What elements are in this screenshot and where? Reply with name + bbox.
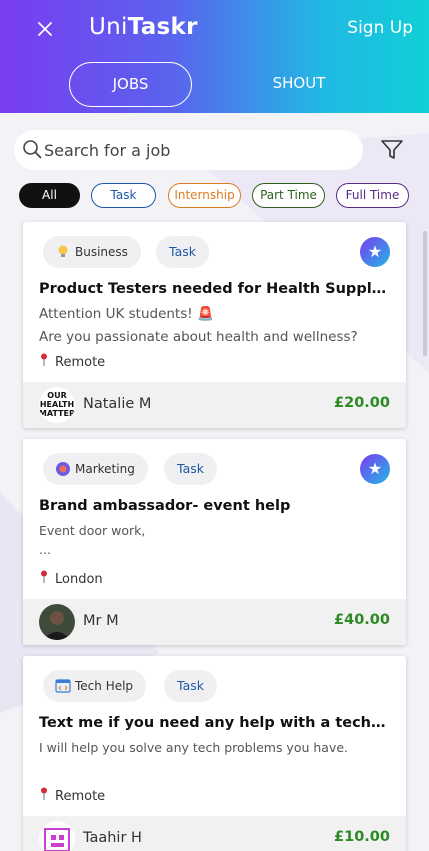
poster-name: Taahir H <box>83 830 142 846</box>
job-location: London <box>39 569 103 587</box>
filter-chip-internship[interactable]: Internship <box>168 183 241 208</box>
featured-star-icon: ★ <box>360 237 390 267</box>
type-tag: Task <box>164 670 217 702</box>
avatar <box>39 821 75 851</box>
job-description: I will help you solve any tech problems … <box>39 740 349 755</box>
filter-chip-task[interactable]: Task <box>91 183 156 208</box>
job-title: Product Testers needed for Health Supple… <box>39 281 389 297</box>
code-window-icon <box>55 679 71 693</box>
close-icon <box>38 22 52 36</box>
job-description: Attention UK students! 🚨 <box>39 306 214 322</box>
avatar <box>39 604 75 640</box>
poster-name: Mr M <box>83 613 119 629</box>
filter-chips: All Task Internship Part Time Full Time <box>19 183 429 209</box>
job-price: £20.00 <box>334 395 390 411</box>
job-card[interactable]: Tech Help Task Text me if you need any h… <box>23 656 406 851</box>
search-input[interactable] <box>44 130 354 170</box>
search-icon <box>23 140 42 159</box>
svg-text:OUR: OUR <box>47 391 66 400</box>
type-tag: Task <box>156 236 209 268</box>
pin-icon <box>41 353 47 366</box>
job-location: Remote <box>39 352 105 370</box>
filter-icon[interactable] <box>380 139 404 161</box>
poster-name: Natalie M <box>83 396 152 412</box>
category-tag: Marketing <box>43 453 148 485</box>
svg-text:HEALTH: HEALTH <box>40 400 74 409</box>
job-location: Remote <box>39 786 105 804</box>
job-card-footer: Mr M £40.00 <box>23 599 406 645</box>
tab-shout[interactable]: SHOUT <box>240 62 358 107</box>
close-button[interactable] <box>33 17 57 41</box>
filter-chip-part-time[interactable]: Part Time <box>252 183 325 208</box>
brand-logo: UniTaskr <box>89 14 198 40</box>
job-description: Are you passionate about health and well… <box>39 329 358 345</box>
filter-chip-full-time[interactable]: Full Time <box>336 183 409 208</box>
job-description: ... <box>39 542 51 557</box>
pin-icon <box>41 787 47 800</box>
job-title: Text me if you need any help with a tech… <box>39 715 389 731</box>
search-bar <box>14 130 363 170</box>
sign-up-link[interactable]: Sign Up <box>347 18 413 38</box>
pin-icon <box>41 570 47 583</box>
category-tag: Tech Help <box>43 670 147 702</box>
job-price: £10.00 <box>334 829 390 845</box>
app-header: UniTaskr Sign Up JOBS SHOUT <box>0 0 429 113</box>
job-card-footer: Taahir H £10.00 <box>23 816 406 851</box>
avatar: OUR HEALTH MATTER <box>39 387 75 423</box>
filter-chip-all[interactable]: All <box>19 183 80 208</box>
category-tag: Business <box>43 236 141 268</box>
lightbulb-icon <box>58 245 68 257</box>
marketing-icon <box>56 462 70 476</box>
featured-star-icon: ★ <box>360 454 390 484</box>
job-price: £40.00 <box>334 612 390 628</box>
scrollbar[interactable] <box>423 231 427 356</box>
svg-text:MATTER: MATTER <box>39 409 75 418</box>
job-card[interactable]: Business Task ★ Product Testers needed f… <box>23 222 406 428</box>
job-description: Event door work, <box>39 523 146 538</box>
type-tag: Task <box>164 453 217 485</box>
job-card[interactable]: Marketing Task ★ Brand ambassador- event… <box>23 439 406 645</box>
job-list-area: All Task Internship Part Time Full Time … <box>0 113 429 851</box>
job-title: Brand ambassador- event help <box>39 498 291 514</box>
tab-jobs[interactable]: JOBS <box>69 62 192 107</box>
job-card-footer: OUR HEALTH MATTER Natalie M £20.00 <box>23 382 406 428</box>
